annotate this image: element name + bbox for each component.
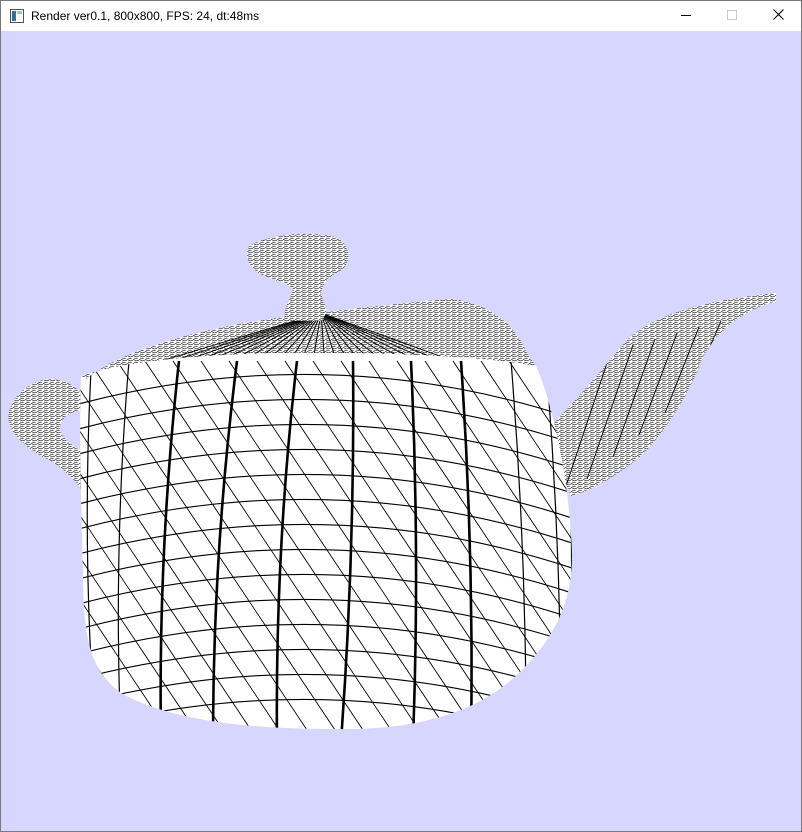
window-controls <box>663 1 801 31</box>
app-window: Render ver0.1, 800x800, FPS: 24, dt:48ms <box>0 0 802 832</box>
body-diagonal <box>677 361 801 751</box>
body-diagonal <box>649 361 801 751</box>
teapot-knob <box>247 234 349 321</box>
maximize-icon <box>727 7 737 25</box>
close-icon <box>772 7 784 25</box>
minimize-button[interactable] <box>663 1 709 31</box>
teapot-render <box>8 234 801 751</box>
render-viewport[interactable] <box>1 31 801 831</box>
spout-edge <box>768 302 776 326</box>
window-title: Render ver0.1, 800x800, FPS: 24, dt:48ms <box>31 9 260 23</box>
teapot-handle <box>8 379 81 489</box>
maximize-button[interactable] <box>709 1 755 31</box>
body-diagonal <box>733 361 801 751</box>
teapot-spout <box>546 293 776 496</box>
body-diagonal <box>705 361 801 751</box>
spout-edge <box>742 308 766 348</box>
minimize-icon <box>681 7 691 25</box>
app-window-icon[interactable] <box>9 8 25 24</box>
title-bar[interactable]: Render ver0.1, 800x800, FPS: 24, dt:48ms <box>1 1 801 31</box>
body-diagonal <box>761 361 801 751</box>
close-button[interactable] <box>755 1 801 31</box>
